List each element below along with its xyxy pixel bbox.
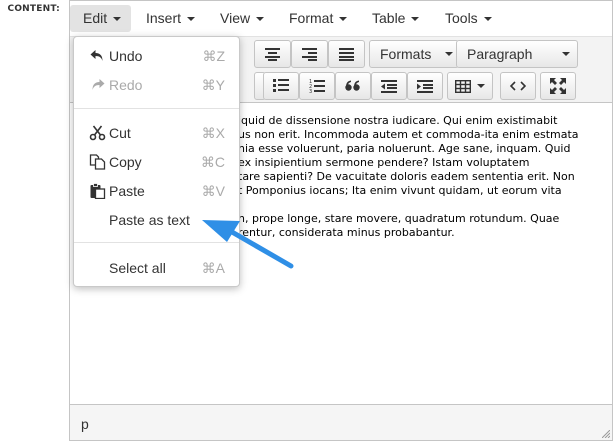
menu-insert-label: Insert — [146, 10, 182, 26]
fullscreen-icon — [550, 78, 566, 94]
menu-table-label: Table — [372, 10, 406, 26]
paste-icon — [90, 183, 106, 199]
align-right-icon — [302, 47, 317, 61]
align-center-icon — [265, 47, 280, 61]
content-line: us non erit. Incommoda autem et commoda-… — [238, 128, 579, 141]
menu-item-label: Cut — [109, 125, 131, 141]
blockquote-icon — [345, 80, 360, 91]
indent-button[interactable] — [407, 72, 443, 100]
resize-handle-icon[interactable] — [602, 430, 610, 438]
menu-format[interactable]: Format — [276, 5, 357, 32]
content-line: tare sapienti? De vacuitate doloris eade… — [238, 170, 575, 183]
menu-view-label: View — [220, 10, 251, 26]
blockquote-button[interactable] — [335, 72, 371, 100]
chevron-down-icon — [483, 17, 492, 21]
undo-icon — [90, 50, 103, 61]
menu-edit[interactable]: Edit — [70, 5, 132, 32]
svg-text:3: 3 — [309, 89, 312, 93]
menubar: Edit Insert View Format Table Tools — [70, 1, 612, 37]
menu-item-redo[interactable]: Redo ⌘Y — [74, 73, 239, 97]
block-format-select[interactable]: Paragraph — [456, 40, 578, 68]
menu-item-label: Undo — [109, 48, 143, 64]
redo-icon — [92, 79, 105, 90]
indent-icon — [417, 79, 433, 93]
menu-item-label: Redo — [109, 77, 143, 93]
block-format-value: Paragraph — [467, 46, 533, 62]
annotation-arrow-icon — [202, 220, 294, 269]
chevron-down-icon — [187, 17, 196, 21]
outdent-button[interactable] — [371, 72, 407, 100]
menu-edit-label: Edit — [83, 10, 108, 26]
align-right-button[interactable] — [291, 40, 328, 68]
align-justify-icon — [339, 47, 354, 61]
menu-item-label: Copy — [109, 154, 142, 170]
menu-insert[interactable]: Insert — [133, 5, 205, 32]
menu-tools[interactable]: Tools — [432, 5, 502, 32]
menu-table[interactable]: Table — [359, 5, 429, 32]
menu-item-label: Paste — [109, 183, 145, 199]
menu-item-cut[interactable]: Cut ⌘X — [74, 121, 239, 145]
cut-icon — [89, 125, 106, 141]
menu-tools-label: Tools — [445, 10, 478, 26]
chevron-down-icon — [445, 52, 454, 56]
chevron-down-icon — [562, 52, 571, 56]
table-icon — [455, 79, 471, 93]
content-line: ex insipientium sermone pendere? Istam v… — [238, 156, 530, 169]
menu-item-paste[interactable]: Paste ⌘V — [74, 179, 239, 203]
chevron-down-icon — [113, 17, 122, 21]
code-icon — [510, 81, 526, 91]
menu-item-undo[interactable]: Undo ⌘Z — [74, 44, 239, 68]
element-path[interactable]: p — [81, 416, 89, 432]
content-label: CONTENT: — [7, 4, 60, 14]
formats-label: Formats — [380, 46, 432, 62]
ordered-list-icon: 123 — [309, 79, 325, 93]
unordered-list-icon — [273, 79, 289, 92]
content-line: t Pomponius iocans; Ita enim vivunt quid… — [238, 184, 562, 197]
menu-item-label: Paste as text — [109, 212, 190, 228]
shortcut-label: ⌘Y — [201, 77, 225, 93]
unordered-list-button[interactable] — [263, 72, 299, 100]
menu-format-label: Format — [289, 10, 334, 26]
menu-item-label: Select all — [109, 260, 166, 276]
menu-item-copy[interactable]: Copy ⌘C — [74, 150, 239, 174]
chevron-down-icon — [477, 84, 485, 88]
chevron-down-icon — [256, 17, 265, 21]
align-center-button[interactable] — [254, 40, 291, 68]
statusbar: p — [70, 404, 612, 440]
align-justify-button[interactable] — [328, 40, 365, 68]
formats-dropdown[interactable]: Formats — [369, 40, 459, 68]
shortcut-label: ⌘V — [201, 183, 225, 199]
shortcut-label: ⌘C — [200, 154, 225, 170]
chevron-down-icon — [411, 17, 420, 21]
menu-view[interactable]: View — [207, 5, 274, 32]
outdent-icon — [381, 79, 397, 93]
table-button[interactable] — [447, 72, 493, 100]
fullscreen-button[interactable] — [540, 72, 576, 100]
content-line: iquid de dissensione nostra iudicare. Qu… — [238, 114, 558, 127]
copy-icon — [89, 154, 106, 170]
menu-separator — [74, 108, 239, 109]
ordered-list-button[interactable]: 123 — [299, 72, 335, 100]
chevron-down-icon — [339, 17, 348, 21]
code-button[interactable] — [500, 72, 536, 100]
shortcut-label: ⌘Z — [202, 48, 225, 64]
content-line: nia esse voluerunt, paria noluerunt. Age… — [238, 142, 571, 155]
shortcut-label: ⌘X — [201, 125, 225, 141]
